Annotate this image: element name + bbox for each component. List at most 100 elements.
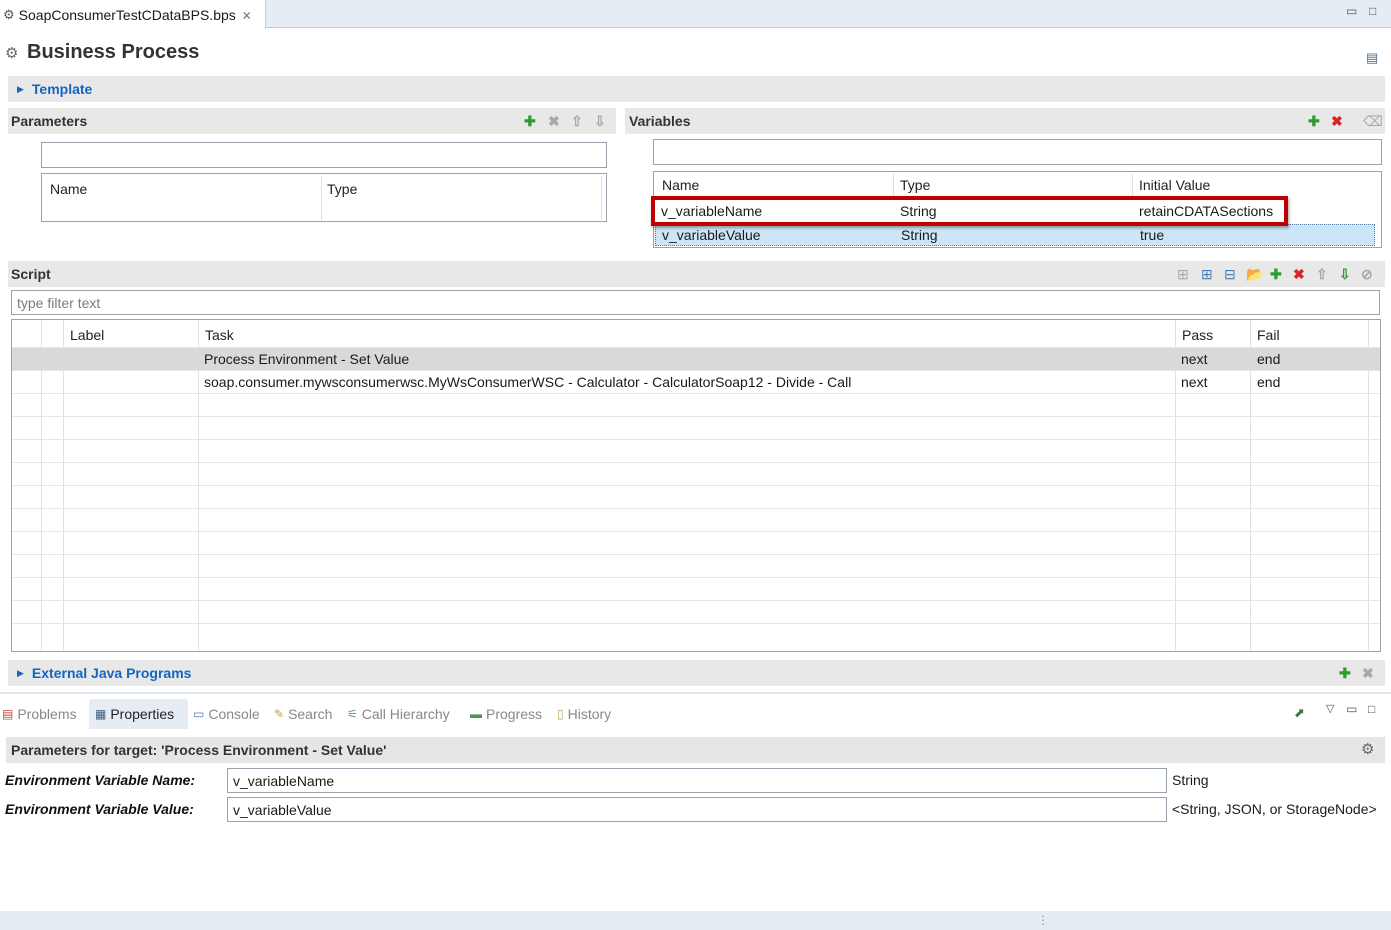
script-table: Label Task Pass Fail Process Environment…	[11, 319, 1381, 652]
tab-call-hierarchy[interactable]: ⚟ Call Hierarchy	[347, 706, 450, 722]
add-parameter-icon[interactable]: ✚	[524, 113, 536, 130]
column-header-pass[interactable]: Pass	[1182, 327, 1213, 343]
task-row[interactable]: soap.consumer.mywsconsumerwsc.MyWsConsum…	[12, 371, 1380, 393]
column-header-type[interactable]: Type	[900, 177, 930, 193]
delete-java-program-icon[interactable]: ✖	[1362, 665, 1374, 682]
task-pass-cell: next	[1181, 374, 1208, 390]
expand-external-java-icon[interactable]: ▶	[17, 668, 24, 679]
task-name-cell: soap.consumer.mywsconsumerwsc.MyWsConsum…	[204, 374, 852, 390]
view-divider	[0, 692, 1391, 694]
variable-row-highlighted[interactable]: v_variableName String retainCDATASection…	[651, 196, 1288, 226]
tab-problems[interactable]: ▤ Problems	[2, 706, 76, 722]
maximize-icon[interactable]: □	[1369, 4, 1376, 18]
add-variable-icon[interactable]: ✚	[1308, 113, 1320, 130]
form-menu-icon[interactable]: ▤	[1366, 50, 1378, 66]
parameters-table: Name Type	[41, 173, 607, 222]
variable-row-selected[interactable]: v_variableValue String true	[655, 224, 1375, 246]
parameters-section-header: Parameters ✚ ✖ ⇧ ⇩	[8, 108, 616, 134]
tab-progress[interactable]: ▬ Progress	[470, 706, 542, 722]
add-java-program-icon[interactable]: ✚	[1339, 665, 1351, 682]
task-pass-cell: next	[1181, 351, 1208, 367]
move-up-task-icon[interactable]: ⇧	[1316, 266, 1328, 283]
environment-variable-name-label: Environment Variable Name:	[5, 772, 196, 788]
tab-search[interactable]: ✎ Search	[274, 706, 332, 722]
view-menu-icon[interactable]: ▽	[1326, 702, 1334, 715]
properties-header: Parameters for target: 'Process Environm…	[6, 737, 1385, 763]
script-filter-input[interactable]: type filter text	[11, 290, 1380, 315]
column-header-label[interactable]: Label	[70, 327, 104, 343]
column-header-fail[interactable]: Fail	[1257, 327, 1280, 343]
variable-type-cell: String	[900, 203, 937, 219]
environment-variable-name-type: String	[1172, 772, 1209, 788]
external-java-title[interactable]: External Java Programs	[28, 665, 192, 681]
status-bar-grip-icon[interactable]: ⋮	[1037, 913, 1049, 927]
task-name-cell: Process Environment - Set Value	[204, 351, 410, 367]
tab-properties[interactable]: ▦ Properties	[95, 706, 174, 722]
variables-filter-input[interactable]	[653, 139, 1382, 165]
history-icon: ▯	[557, 707, 564, 721]
console-icon: ▭	[193, 707, 205, 721]
expand-template-icon[interactable]: ▶	[17, 84, 24, 95]
expand-all-icon[interactable]: ⊞	[1201, 266, 1213, 283]
variables-section-header: Variables ✚ ✖ ⌫	[625, 108, 1385, 134]
column-header-name[interactable]: Name	[50, 181, 87, 197]
parameters-title: Parameters	[11, 113, 88, 129]
delete-variable-icon[interactable]: ✖	[1331, 113, 1343, 130]
minimize-icon[interactable]: ▭	[1346, 4, 1357, 18]
script-filter-placeholder: type filter text	[17, 294, 101, 311]
script-title: Script	[11, 266, 51, 282]
editor-tab-label: SoapConsumerTestCDataBPS.bps	[18, 6, 236, 23]
properties-header-title: Parameters for target: 'Process Environm…	[11, 742, 387, 758]
progress-icon: ▬	[470, 707, 482, 721]
script-section-header: Script ⊞ ⊞ ⊟ 📂 ✚ ✖ ⇧ ⇩ ⊘	[8, 261, 1385, 287]
environment-variable-name-input[interactable]: v_variableName	[227, 768, 1167, 793]
maximize-view-icon[interactable]: □	[1368, 702, 1375, 716]
template-title[interactable]: Template	[28, 81, 92, 97]
external-java-section-header[interactable]: ▶ External Java Programs ✚ ✖	[8, 660, 1385, 686]
column-header-name[interactable]: Name	[662, 177, 699, 193]
search-icon: ✎	[274, 707, 285, 721]
business-process-icon: ⚙	[5, 45, 19, 62]
move-up-parameter-icon[interactable]: ⇧	[571, 113, 583, 130]
task-row-selected[interactable]: Process Environment - Set Value next end	[12, 348, 1380, 370]
disable-task-icon[interactable]: ⊘	[1361, 266, 1373, 283]
close-tab-icon[interactable]: ⨯	[242, 8, 252, 22]
tab-history[interactable]: ▯ History	[557, 706, 611, 722]
page-title: Business Process	[27, 41, 200, 63]
variable-initial-value-cell: true	[1140, 227, 1165, 243]
environment-variable-value-type: <String, JSON, or StorageNode>	[1172, 801, 1377, 817]
task-fail-cell: end	[1257, 351, 1281, 367]
environment-variable-value-input[interactable]: v_variableValue	[227, 797, 1167, 822]
move-down-parameter-icon[interactable]: ⇩	[594, 113, 606, 130]
variable-initial-value-cell: retainCDATASections	[1139, 203, 1274, 219]
editor-tab[interactable]: ⚙ SoapConsumerTestCDataBPS.bps ⨯	[0, 0, 266, 29]
delete-task-icon[interactable]: ✖	[1293, 266, 1305, 283]
call-hierarchy-icon: ⚟	[347, 707, 358, 721]
collapse-all-icon[interactable]: ⊟	[1224, 266, 1236, 283]
minimize-view-icon[interactable]: ▭	[1346, 702, 1357, 716]
gear-icon[interactable]: ⚙	[1361, 740, 1374, 758]
add-task-icon[interactable]: ✚	[1270, 266, 1282, 283]
column-header-task[interactable]: Task	[205, 327, 234, 343]
environment-variable-value-label: Environment Variable Value:	[5, 801, 194, 817]
column-header-type[interactable]: Type	[327, 181, 357, 197]
parameters-filter-input[interactable]	[41, 142, 607, 168]
properties-icon: ▦	[95, 707, 107, 721]
variable-type-cell: String	[901, 227, 938, 243]
editor-tab-bar: ⚙ SoapConsumerTestCDataBPS.bps ⨯ ▭ □	[0, 0, 1391, 29]
variables-title: Variables	[629, 113, 691, 129]
task-fail-cell: end	[1257, 374, 1281, 390]
pin-view-icon[interactable]: ⬈	[1294, 705, 1305, 721]
delete-parameter-icon[interactable]: ✖	[548, 113, 560, 130]
tree-view-icon[interactable]: ⊞	[1177, 266, 1189, 283]
template-section-header[interactable]: ▶ Template	[8, 76, 1385, 102]
open-folder-icon[interactable]: 📂	[1246, 266, 1263, 283]
move-down-task-icon[interactable]: ⇩	[1339, 266, 1351, 283]
column-header-initial-value[interactable]: Initial Value	[1139, 177, 1210, 193]
problems-icon: ▤	[2, 707, 14, 721]
clear-variable-icon[interactable]: ⌫	[1363, 113, 1383, 130]
tab-console[interactable]: ▭ Console	[193, 706, 260, 722]
variable-name-cell: v_variableName	[661, 203, 763, 219]
status-bar: ⋮	[0, 911, 1391, 930]
bps-file-icon: ⚙	[3, 6, 15, 22]
